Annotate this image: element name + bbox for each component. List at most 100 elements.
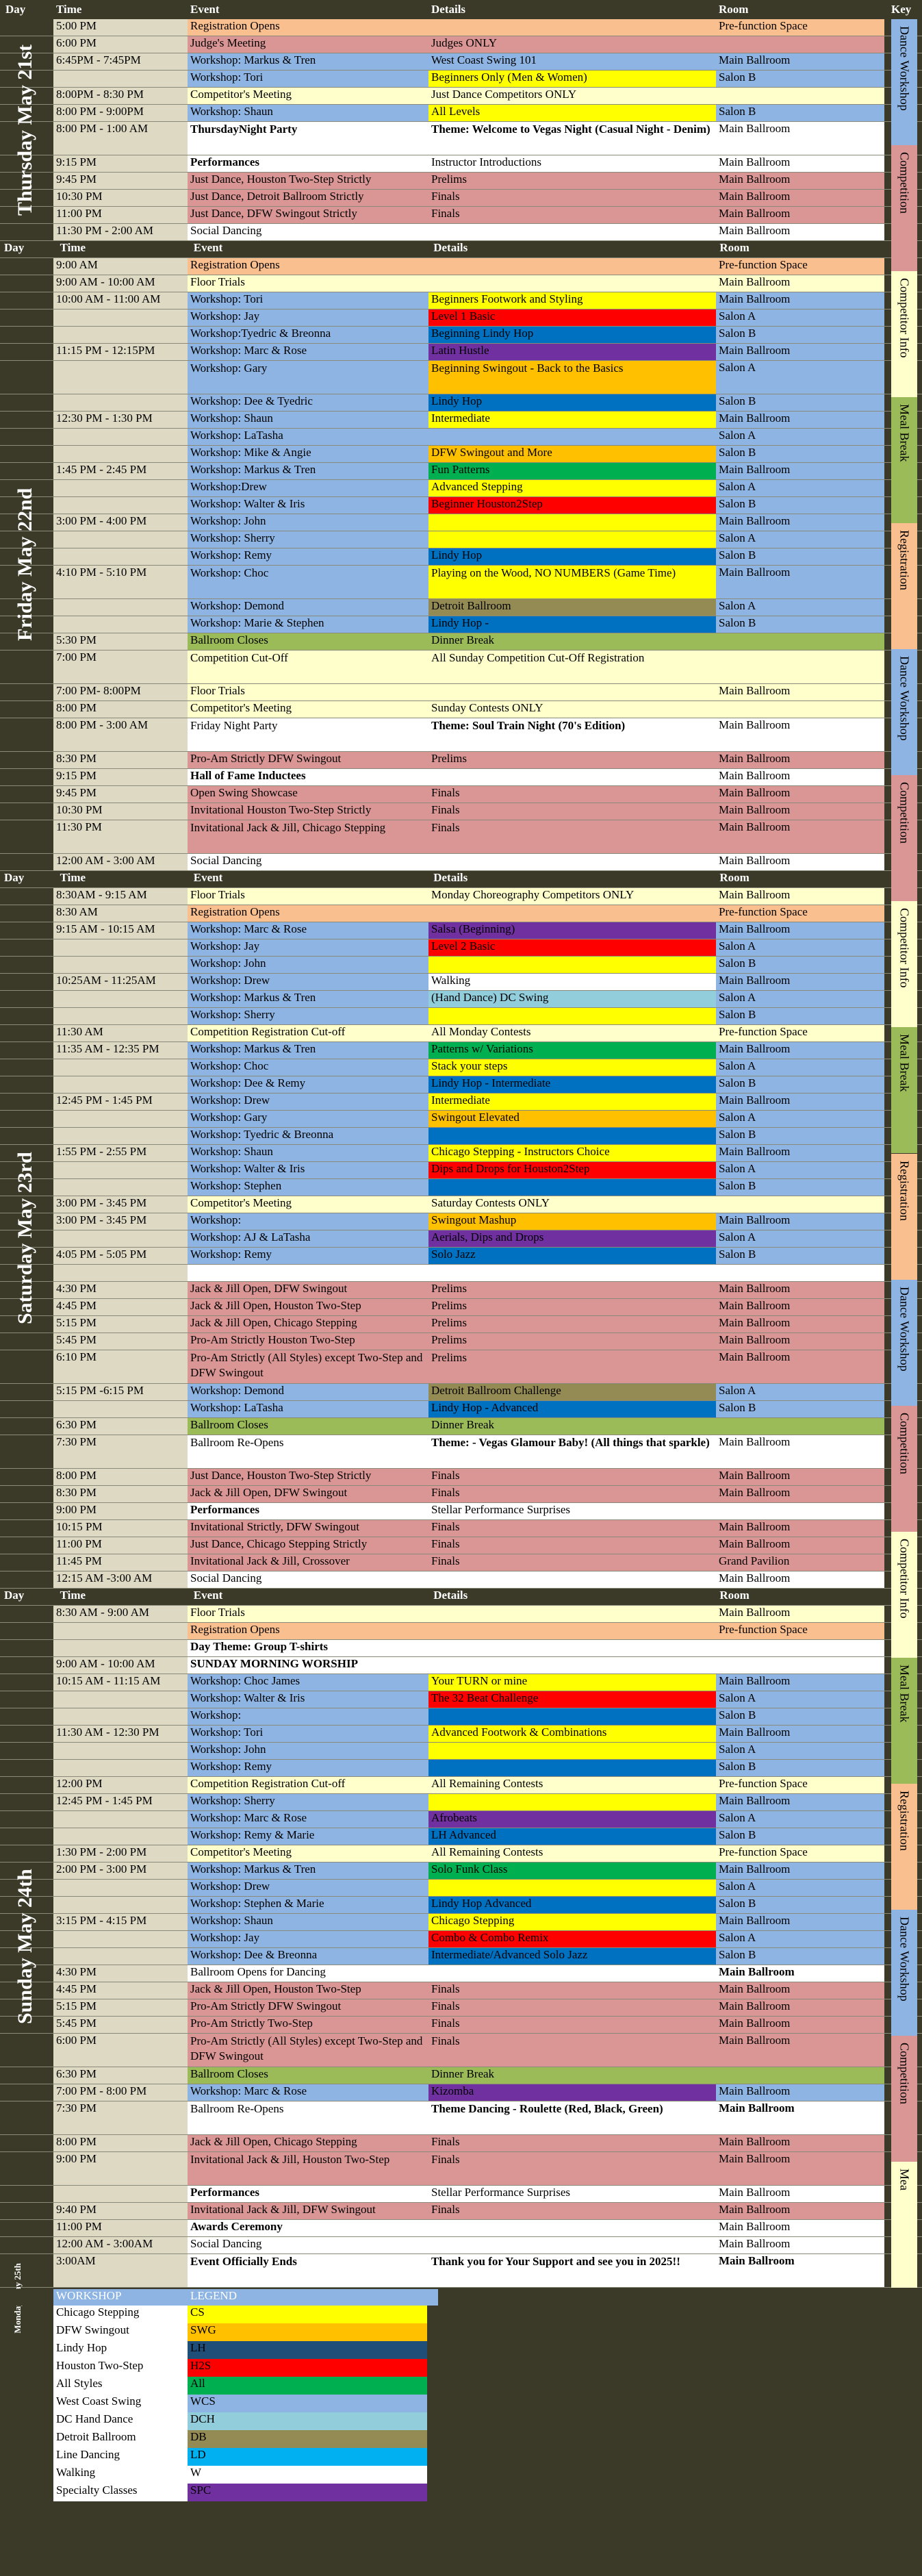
schedule-row: 10:25AM - 11:25AM Workshop: Drew Walking Ma… [0,974,922,991]
room-cell: Main Ballroom [716,344,884,360]
event-cell: Workshop: Gary [188,1111,428,1127]
details-cell: Intermediate [428,1094,716,1110]
room-cell: Main Ballroom [716,1299,884,1315]
schedule-row: 9:45 PM Open Swing Showcase Finals Main Bal… [0,786,922,803]
event-cell: Jack & Jill Open, DFW Swingout [188,1486,428,1502]
room-cell [716,1657,884,1674]
time-cell: 12:15 AM -3:00 AM [53,1571,188,1588]
legend-name: Houston Two-Step [53,2359,188,2377]
schedule-row: Workshop: Jay Level 1 Basic Salon A [0,310,922,327]
time-cell: 8:30 AM - 9:00 AM [53,1606,188,1622]
details-cell: Finals [428,1537,716,1554]
room-cell: Main Ballroom [716,1520,884,1537]
key-label: Registration [897,1160,912,1221]
time-cell: 6:30 PM [53,2067,188,2084]
event-cell: Workshop: Shaun [188,412,428,428]
schedule-row: 8:00 PM Competitor's Meeting Sunday Contes… [0,701,922,718]
schedule-row: 6:45PM - 7:45PM Workshop: Markus & Tren We… [0,53,922,71]
time-cell: 5:15 PM [53,1316,188,1333]
room-cell: Salon B [716,105,884,121]
details-cell [428,1008,716,1024]
event-cell: Awards Ceremony [188,2220,428,2236]
event-cell: Day Theme: Group T-shirts [188,1640,428,1656]
schedule-row: 5:45 PM Pro-Am Strictly Houston Two-Step P… [0,1333,922,1350]
room-cell [716,88,884,104]
schedule-row: Workshop: Gary Beginning Swingout - Back … [0,361,922,394]
room-cell: Pre-function Space [716,1845,884,1862]
details-cell: Instructor Introductions [428,155,716,172]
details-cell [428,1708,716,1725]
schedule-row: 9:15 AM - 10:15 AM Workshop: Marc & Rose S… [0,922,922,939]
time-cell: 7:00 PM [53,651,188,683]
time-cell: 9:00 AM - 10:00 AM [53,1657,188,1674]
room-cell [716,1265,884,1281]
event-cell: Workshop: Markus & Tren [188,1862,428,1879]
legend-spacer [0,2359,53,2377]
schedule-row: 4:05 PM - 5:05 PM Workshop: Remy Solo Jazz… [0,1248,922,1265]
details-cell: Stellar Performance Surprises [428,1503,716,1519]
event-cell: Judge's Meeting [188,36,428,53]
room-cell [716,1418,884,1435]
schedule-row: 4:45 PM Jack & Jill Open, Houston Two-Ste… [0,1982,922,1999]
schedule-row: 9:00 AM Registration Opens Pre-function Sp… [0,258,922,275]
time-cell: 7:00 PM - 8:00 PM [53,2084,188,2101]
details-cell: Theme: Soul Train Night (70's Edition) [428,718,716,751]
schedule-row: 11:00 PM Awards Ceremony Main Ballroom [0,2220,922,2237]
details-cell [428,1794,716,1810]
schedule-row: 2:00 PM - 3:00 PM Workshop: Markus & Tren… [0,1862,922,1880]
day-label: Friday May 22nd [14,488,36,642]
details-cell [428,1965,716,1982]
time-cell: 3:00 PM - 3:45 PM [53,1196,188,1213]
time-cell: 6:45PM - 7:45PM [53,53,188,70]
room-cell: Main Ballroom [716,2203,884,2219]
event-cell: Workshop: Tori [188,1726,428,1742]
room-cell: Main Ballroom [716,122,884,155]
header-event: Event [190,3,220,16]
schedule-row: 8:00 PM Jack & Jill Open, Chicago Steppin… [0,2135,922,2152]
event-cell: Workshop: Tyedric & Breonna [188,1128,428,1144]
key-band: Competition [891,2035,917,2162]
key-label: Competition [897,152,912,214]
event-cell: Workshop: Drew [188,1880,428,1896]
day-label: Thursday May 21st [14,44,36,216]
room-cell: Salon B [716,616,884,633]
details-cell: All Sunday Competition Cut-Off Registrat… [428,651,716,683]
time-cell: 1:55 PM - 2:55 PM [53,1145,188,1161]
room-cell: Main Ballroom [716,190,884,206]
time-cell [53,1691,188,1708]
key-label: Dance Workshop [897,1286,912,1372]
room-cell: Pre-function Space [716,258,884,275]
time-cell [53,310,188,326]
schedule-row: 8:30AM - 9:15 AM Floor Trials Monday Chore… [0,888,922,905]
schedule-row: Workshop: Walter & Iris Beginner Houston2… [0,497,922,514]
key-band: Registration [891,523,917,650]
legend-spacer [0,2323,53,2341]
details-cell: Finals [428,1520,716,1537]
room-cell: Main Ballroom [716,2034,884,2067]
details-cell [428,1657,716,1674]
details-cell: Dinner Break [428,2067,716,2084]
room-cell: Salon A [716,1880,884,1896]
schedule-row: Workshop: Sherry Salon A [0,531,922,548]
event-cell: Competitor's Meeting [188,701,428,718]
time-cell [53,1623,188,1639]
schedule-row: 8:30 PM Pro-Am Strictly DFW Swingout Preli… [0,752,922,769]
details-cell: The 32 Beat Challenge [428,1691,716,1708]
details-cell: Finals [428,2034,716,2067]
schedule-row: 7:00 PM- 8:00PM Floor Trials Main Ballroom [0,684,922,701]
event-col: Event [190,871,431,887]
room-cell [716,633,884,650]
details-cell: Salsa (Beginning) [428,922,716,939]
legend-spacer [0,2412,53,2430]
legend-code: W [188,2466,427,2484]
schedule-row: Workshop: Remy Lindy Hop Salon B [0,548,922,566]
legend-name: Chicago Stepping [53,2306,188,2323]
details-cell: Beginning Swingout - Back to the Basics [428,361,716,394]
details-cell: Prelims [428,1333,716,1350]
room-cell: Salon A [716,1059,884,1076]
details-cell [428,905,716,922]
time-cell [53,991,188,1007]
key-band: Dance Workshop [891,1279,917,1406]
event-cell: Invitational Jack & Jill, DFW Swingout [188,2203,428,2219]
time-cell: 4:05 PM - 5:05 PM [53,1248,188,1264]
